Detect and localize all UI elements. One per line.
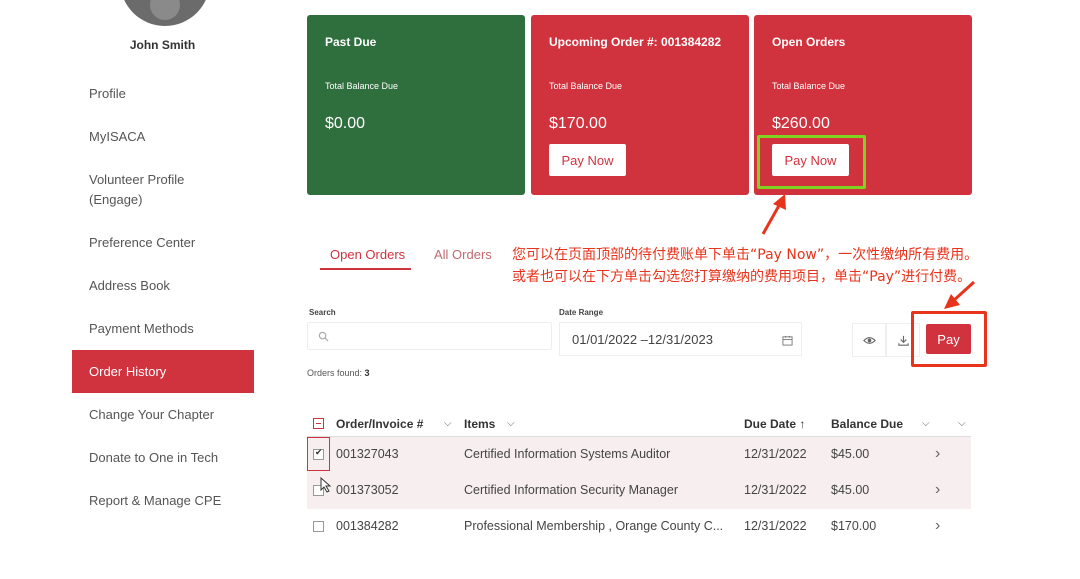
chevron-right-icon[interactable]: › — [935, 517, 940, 535]
column-due-date[interactable]: Due Date ↑ — [744, 417, 805, 431]
annotation-line-2: 或者也可以在下方单击勾选您打算缴纳的费用项目，单击“Pay”进行付费。 — [512, 269, 972, 285]
chevron-down-icon[interactable]: ⌵ — [922, 418, 930, 429]
card-subtitle: Total Balance Due — [549, 81, 623, 91]
annotation-line-1: 您可以在页面顶部的待付费账单下单击“Pay Now”，一次性缴纳所有费用。 — [512, 247, 979, 263]
order-item: Certified Information Security Manager — [464, 483, 678, 497]
chevron-down-icon[interactable]: ⌵ — [444, 418, 452, 429]
select-all-checkbox[interactable] — [313, 418, 324, 429]
order-item: Certified Information Systems Auditor — [464, 447, 671, 461]
eye-icon — [863, 337, 876, 344]
due-date: 12/31/2022 — [744, 447, 807, 461]
view-button[interactable] — [852, 323, 886, 357]
table-header: Order/Invoice # ⌵ Items ⌵ Due Date ↑ Bal… — [307, 411, 971, 437]
tab-open-orders[interactable]: Open Orders — [330, 247, 405, 262]
sidebar-item-payment-methods[interactable]: Payment Methods — [72, 319, 254, 339]
chevron-down-icon[interactable]: ⌵ — [958, 418, 966, 429]
balance-due: $45.00 — [831, 447, 870, 461]
upcoming-order-card: Upcoming Order #: 001384282 Total Balanc… — [531, 15, 749, 195]
upcoming-pay-now-button[interactable]: Pay Now — [549, 144, 626, 176]
annotation-arrow-up — [761, 194, 786, 235]
sidebar-item-donate[interactable]: Donate to One in Tech — [72, 448, 254, 468]
sidebar-item-order-history[interactable]: Order History — [72, 350, 254, 393]
column-items[interactable]: Items — [464, 417, 495, 431]
search-label: Search — [309, 308, 336, 317]
avatar — [120, 0, 210, 26]
sidebar-item-address-book[interactable]: Address Book — [72, 276, 254, 296]
sidebar-item-volunteer-profile[interactable]: Volunteer Profile (Engage) — [72, 170, 222, 210]
card-title: Open Orders — [772, 35, 846, 49]
tab-all-orders[interactable]: All Orders — [434, 247, 492, 262]
highlight-box-red — [911, 311, 987, 367]
sidebar-item-preference-center[interactable]: Preference Center — [72, 233, 254, 253]
balance-due: $45.00 — [831, 483, 870, 497]
chevron-right-icon[interactable]: › — [935, 481, 940, 499]
table-row[interactable]: 001327043 Certified Information Systems … — [307, 437, 971, 473]
table-row[interactable]: 001384282 Professional Membership , Oran… — [307, 509, 971, 545]
sidebar-item-profile[interactable]: Profile — [72, 84, 254, 104]
table-row[interactable]: 001373052 Certified Information Security… — [307, 473, 971, 509]
order-number[interactable]: 001384282 — [336, 519, 399, 533]
card-amount: $260.00 — [772, 115, 830, 132]
card-amount: $170.00 — [549, 115, 607, 132]
due-date: 12/31/2022 — [744, 483, 807, 497]
search-field[interactable] — [307, 322, 552, 350]
date-range-field[interactable]: 01/01/2022 –12/31/2023 — [559, 322, 802, 356]
balance-due: $170.00 — [831, 519, 877, 533]
calendar-icon — [782, 333, 793, 351]
date-range-label: Date Range — [559, 308, 604, 317]
search-icon — [318, 329, 329, 347]
column-balance-due[interactable]: Balance Due — [831, 417, 903, 431]
past-due-card: Past Due Total Balance Due $0.00 — [307, 15, 525, 195]
column-order[interactable]: Order/Invoice # — [336, 417, 423, 431]
orders-found-count: 3 — [364, 368, 370, 378]
card-subtitle: Total Balance Due — [772, 81, 846, 91]
highlight-checkbox — [307, 437, 330, 471]
card-subtitle: Total Balance Due — [325, 81, 399, 91]
due-date: 12/31/2022 — [744, 519, 807, 533]
download-icon — [898, 335, 909, 346]
date-range-value: 01/01/2022 –12/31/2023 — [572, 332, 713, 347]
card-title: Upcoming Order #: 001384282 — [549, 35, 722, 49]
sidebar-item-change-chapter[interactable]: Change Your Chapter — [72, 405, 254, 425]
mouse-cursor-icon — [320, 477, 332, 493]
card-amount: $0.00 — [325, 115, 366, 132]
chevron-right-icon[interactable]: › — [935, 445, 940, 463]
tab-active-indicator — [320, 268, 411, 270]
order-number[interactable]: 001373052 — [336, 483, 399, 497]
annotation-text: 您可以在页面顶部的待付费账单下单击“Pay Now”，一次性缴纳所有费用。 或者… — [512, 244, 1072, 288]
orders-found: Orders found: 3 — [307, 368, 370, 378]
order-number[interactable]: 001327043 — [336, 447, 399, 461]
search-input[interactable] — [336, 327, 540, 347]
sidebar-item-myisaca[interactable]: MyISACA — [72, 127, 254, 147]
row-checkbox[interactable] — [313, 521, 324, 532]
highlight-box-green — [757, 135, 866, 189]
orders-found-label: Orders found: — [307, 368, 363, 378]
order-item: Professional Membership , Orange County … — [464, 519, 724, 533]
chevron-down-icon[interactable]: ⌵ — [507, 418, 515, 429]
card-title: Past Due — [325, 35, 377, 49]
user-name: John Smith — [129, 38, 196, 52]
sidebar-item-report-cpe[interactable]: Report & Manage CPE — [72, 491, 254, 511]
